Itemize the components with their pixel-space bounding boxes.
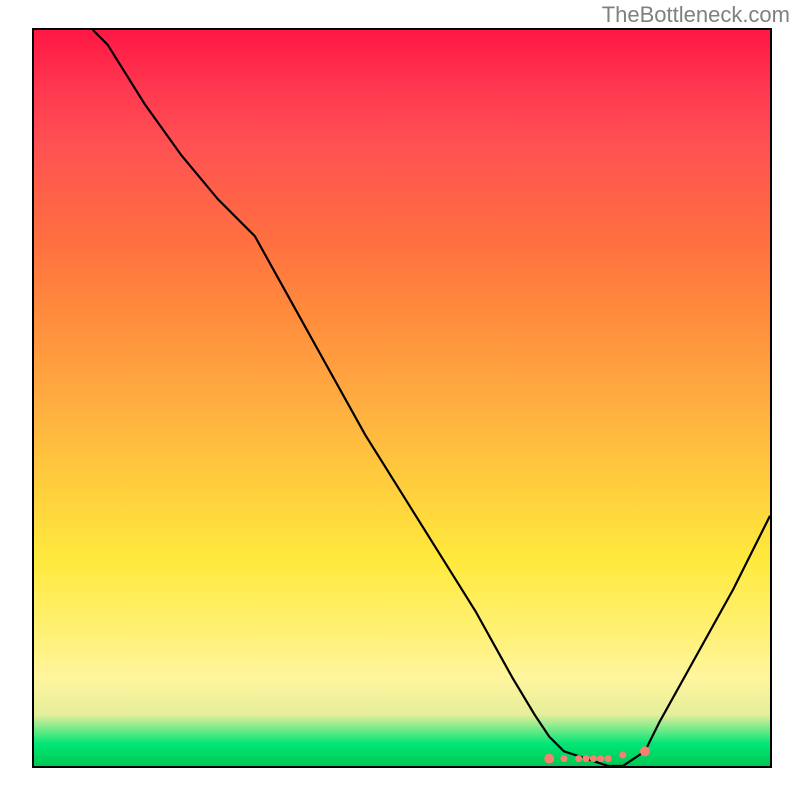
bottleneck-curve-svg	[34, 30, 770, 766]
curve-marker	[590, 755, 597, 762]
bottleneck-curve	[93, 30, 770, 766]
curve-marker	[560, 755, 567, 762]
curve-marker	[640, 746, 650, 756]
watermark-text: TheBottleneck.com	[602, 2, 790, 28]
curve-marker	[605, 755, 612, 762]
curve-marker	[597, 755, 604, 762]
curve-marker	[583, 755, 590, 762]
curve-marker	[575, 755, 582, 762]
chart-plot-area	[32, 28, 772, 768]
curve-marker	[544, 754, 554, 764]
curve-marker	[619, 752, 626, 759]
